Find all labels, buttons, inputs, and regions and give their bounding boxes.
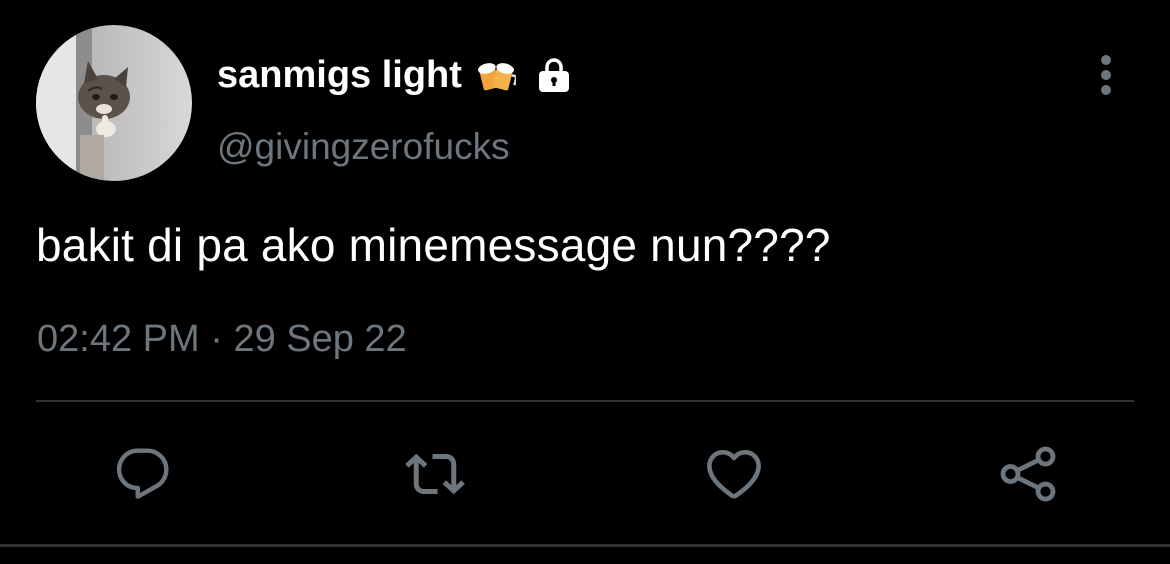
divider — [36, 400, 1134, 402]
avatar[interactable] — [36, 25, 192, 181]
tweet-date[interactable]: 29 Sep 22 — [233, 318, 406, 360]
share-icon — [1000, 446, 1056, 502]
meta-separator: · — [210, 318, 223, 360]
display-name[interactable]: sanmigs light — [217, 54, 462, 97]
tweet-time[interactable]: 02:42 PM — [37, 318, 200, 360]
handle[interactable]: @givingzerofucks — [217, 126, 510, 168]
share-button[interactable] — [998, 444, 1058, 504]
display-name-row: sanmigs light — [217, 52, 574, 98]
more-options-button[interactable] — [1088, 50, 1124, 100]
avatar-image — [36, 25, 192, 181]
like-button[interactable] — [704, 444, 764, 504]
heart-icon — [707, 449, 761, 499]
retweet-button[interactable] — [405, 444, 465, 504]
more-vertical-icon — [1101, 55, 1111, 95]
reply-icon — [116, 448, 169, 499]
tweet-metadata: 02:42 PM · 29 Sep 22 — [37, 318, 407, 361]
tweet-text: bakit di pa ako minemessage nun???? — [36, 219, 831, 271]
beer-mugs-icon — [476, 55, 518, 95]
reply-button[interactable] — [113, 444, 173, 504]
bottom-divider — [0, 544, 1170, 547]
retweet-icon — [405, 453, 465, 495]
lock-icon — [534, 55, 574, 95]
